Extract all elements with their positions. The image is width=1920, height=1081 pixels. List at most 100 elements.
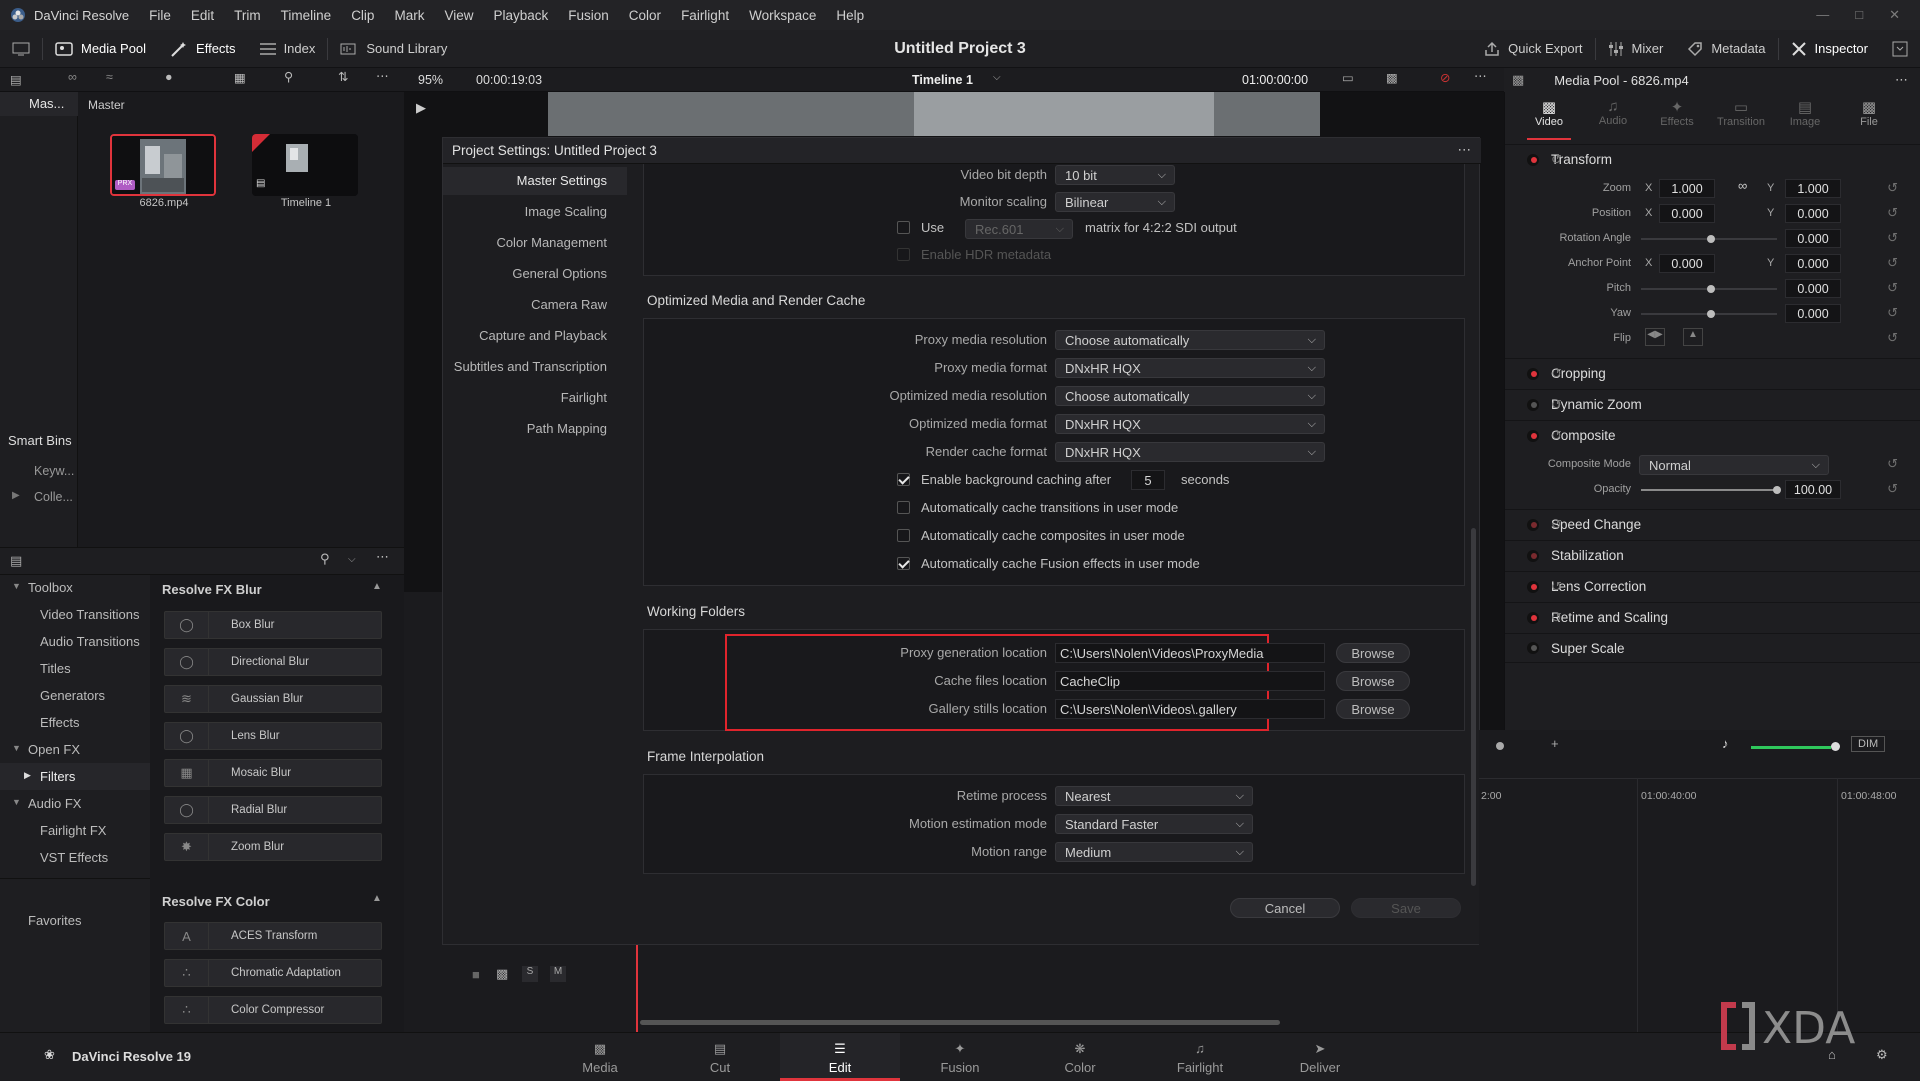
menu-edit[interactable]: Edit: [181, 8, 224, 23]
optimized-format-select[interactable]: DNxHR HQX ⌵: [1055, 414, 1325, 434]
reset-icon[interactable]: ↺: [1887, 456, 1898, 472]
reset-icon[interactable]: ↺: [1887, 481, 1898, 497]
section-super-scale[interactable]: Super Scale: [1505, 633, 1920, 663]
dim-button[interactable]: DIM: [1851, 736, 1886, 752]
maximize-icon[interactable]: □: [1855, 7, 1863, 23]
reset-icon[interactable]: ↺: [1551, 366, 1899, 382]
menu-timeline[interactable]: Timeline: [271, 8, 342, 23]
tree-effects[interactable]: Effects: [40, 715, 80, 730]
more-options-icon[interactable]: ⋯: [376, 68, 389, 83]
reset-icon[interactable]: ↺: [1887, 255, 1898, 271]
tree-favorites[interactable]: Favorites: [28, 913, 81, 928]
fx-mosaic-blur[interactable]: ▦ Mosaic Blur: [164, 759, 382, 787]
fx-aces-transform[interactable]: A ACES Transform: [164, 922, 382, 950]
viewer-more-icon[interactable]: ⋯: [1474, 68, 1487, 83]
reset-icon[interactable]: ↺: [1887, 305, 1898, 321]
menu-playback[interactable]: Playback: [483, 8, 558, 23]
section-stabilization[interactable]: Stabilization: [1505, 540, 1920, 570]
cache-composites-checkbox[interactable]: [897, 529, 910, 542]
volume-slider[interactable]: [1751, 746, 1831, 749]
mute-button[interactable]: M: [550, 966, 566, 982]
timeline-selector[interactable]: Timeline 1: [912, 73, 973, 87]
clip-thumbnail-timeline1[interactable]: ▤: [252, 134, 358, 196]
opacity-slider[interactable]: [1641, 489, 1777, 491]
cache-fusion-checkbox[interactable]: [897, 557, 910, 570]
browse-proxy-button[interactable]: Browse: [1336, 643, 1410, 663]
nav-image-scaling[interactable]: Image Scaling: [525, 204, 607, 219]
slider-knob[interactable]: [1707, 235, 1715, 243]
sidebar-toggle-icon[interactable]: ▤: [10, 72, 22, 87]
proxy-location-input[interactable]: C:\Users\Nolen\Videos\ProxyMedia: [1055, 643, 1325, 663]
search-icon[interactable]: ⚲: [284, 69, 293, 84]
cache-location-input[interactable]: CacheClip: [1055, 671, 1325, 691]
reset-icon[interactable]: ↺: [1551, 517, 1899, 533]
use-matrix-checkbox[interactable]: [897, 221, 910, 234]
cancel-button[interactable]: Cancel: [1230, 898, 1340, 918]
chevron-right-icon[interactable]: ▶: [12, 490, 20, 501]
metadata-button[interactable]: Metadata: [1675, 30, 1777, 68]
media-pool-button[interactable]: Media Pool: [43, 30, 158, 68]
dialog-scrollbar[interactable]: [1471, 528, 1476, 886]
menu-clip[interactable]: Clip: [341, 8, 384, 23]
tab-video[interactable]: ▩ Video: [1517, 92, 1581, 140]
solo-button[interactable]: S: [522, 966, 538, 982]
link-icon[interactable]: ∞: [1738, 178, 1747, 193]
tab-file[interactable]: ▩ File: [1837, 92, 1901, 140]
tree-vst-effects[interactable]: VST Effects: [40, 850, 108, 865]
cache-transitions-checkbox[interactable]: [897, 501, 910, 514]
fx-chromatic-adaptation[interactable]: ∴ Chromatic Adaptation: [164, 959, 382, 987]
close-icon[interactable]: ✕: [1889, 7, 1900, 23]
tree-toolbox[interactable]: Toolbox: [28, 580, 73, 595]
zoom-in-icon[interactable]: +: [1551, 736, 1559, 751]
fx-gaussian-blur[interactable]: ≋ Gaussian Blur: [164, 685, 382, 713]
panel-toggle-icon[interactable]: ▤: [10, 553, 22, 569]
nav-camera-raw[interactable]: Camera Raw: [531, 297, 607, 312]
tab-transition[interactable]: ▭ Transition: [1709, 92, 1773, 140]
motion-range-select[interactable]: Medium ⌵: [1055, 842, 1253, 862]
render-cache-select[interactable]: DNxHR HQX ⌵: [1055, 442, 1325, 462]
rotation-input[interactable]: 0.000: [1785, 229, 1841, 248]
menu-color[interactable]: Color: [619, 8, 671, 23]
tree-audio-transitions[interactable]: Audio Transitions: [40, 634, 140, 649]
bg-caching-seconds-input[interactable]: 5: [1131, 470, 1165, 490]
enable-toggle[interactable]: [1527, 518, 1539, 531]
retime-process-select[interactable]: Nearest ⌵: [1055, 786, 1253, 806]
grid-view-icon[interactable]: ▦: [234, 70, 246, 85]
enable-toggle[interactable]: [1527, 367, 1539, 380]
browse-gallery-button[interactable]: Browse: [1336, 699, 1410, 719]
tree-open-fx[interactable]: Open FX: [28, 742, 80, 757]
fx-lens-blur[interactable]: ◯ Lens Blur: [164, 722, 382, 750]
speaker-icon[interactable]: ♪: [1722, 736, 1729, 751]
section-speed-change[interactable]: Speed Change ↺: [1505, 509, 1920, 539]
video-bit-depth-select[interactable]: 10 bit ⌵: [1055, 165, 1175, 185]
monitor-toggle-button[interactable]: [0, 30, 42, 68]
section-lens-correction[interactable]: Lens Correction ↺: [1505, 571, 1920, 601]
bin-master[interactable]: Mas...: [0, 92, 78, 116]
monitor-scaling-select[interactable]: Bilinear ⌵: [1055, 192, 1175, 212]
fx-color-compressor[interactable]: ∴ Color Compressor: [164, 996, 382, 1024]
volume-knob[interactable]: [1831, 742, 1840, 751]
chevron-down-icon[interactable]: ▼: [12, 743, 21, 753]
chevron-right-icon[interactable]: ▶: [24, 770, 31, 781]
zoom-x-input[interactable]: 1.000: [1659, 179, 1715, 198]
viewer-mode-icon[interactable]: ▭: [1342, 70, 1354, 85]
thumbnail-size-slider[interactable]: ●: [165, 70, 173, 84]
browse-cache-button[interactable]: Browse: [1336, 671, 1410, 691]
tab-image[interactable]: ▤ Image: [1773, 92, 1837, 140]
timeline-scrollbar[interactable]: [640, 1020, 1280, 1025]
dialog-more-icon[interactable]: ⋯: [1458, 142, 1472, 158]
tab-audio[interactable]: ♫ Audio: [1581, 92, 1645, 140]
playhead[interactable]: [636, 934, 638, 1032]
tab-effects[interactable]: ✦ Effects: [1645, 92, 1709, 140]
enable-toggle[interactable]: [1527, 153, 1539, 166]
opacity-input[interactable]: 100.00: [1785, 480, 1841, 499]
gallery-location-input[interactable]: C:\Users\Nolen\Videos\.gallery: [1055, 699, 1325, 719]
lock-icon[interactable]: ■: [472, 967, 480, 982]
reset-icon[interactable]: ↺: [1887, 230, 1898, 246]
reset-icon[interactable]: ↺: [1887, 280, 1898, 296]
fx-zoom-blur[interactable]: ✸ Zoom Blur: [164, 833, 382, 861]
motion-estimation-select[interactable]: Standard Faster ⌵: [1055, 814, 1253, 834]
page-media[interactable]: ▩ Media: [540, 1033, 660, 1081]
chevron-up-icon[interactable]: ▲: [372, 893, 382, 904]
position-y-input[interactable]: 0.000: [1785, 204, 1841, 223]
